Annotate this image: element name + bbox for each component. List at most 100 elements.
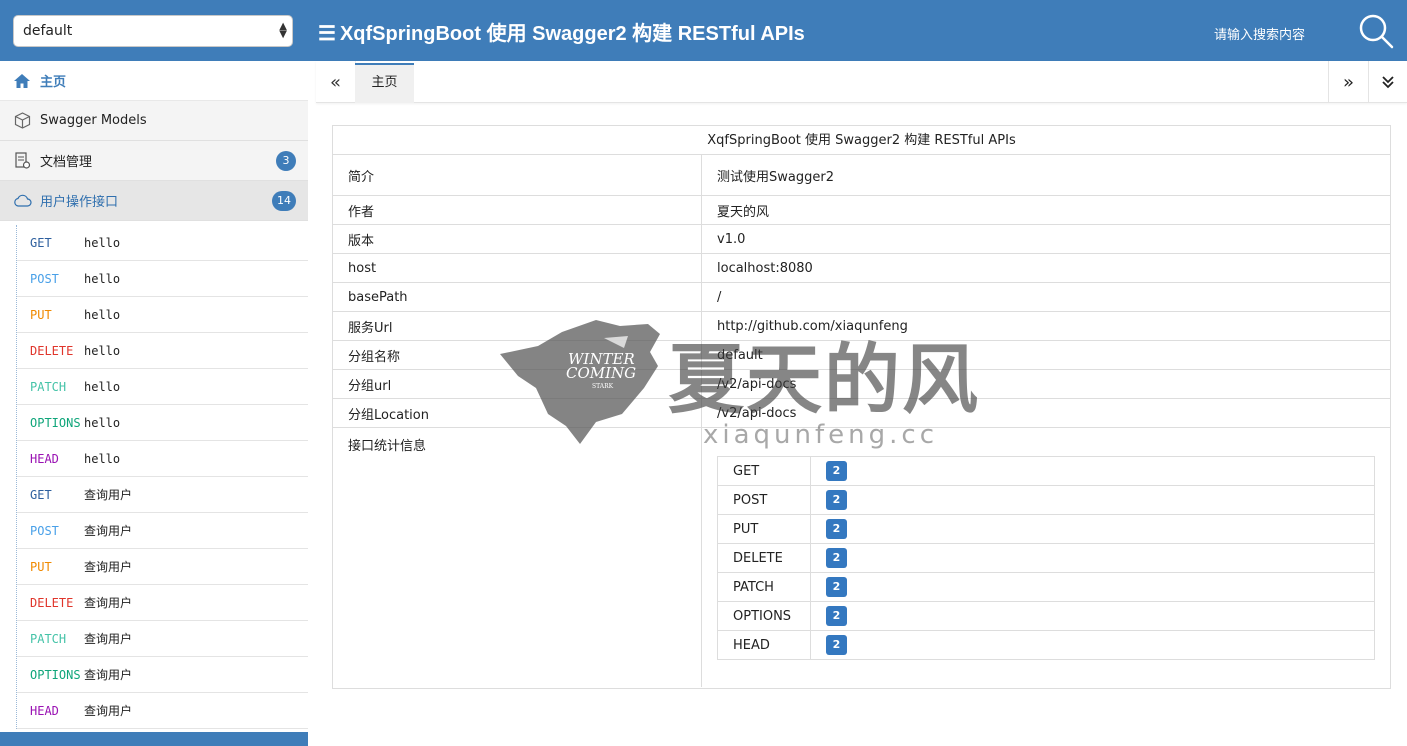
- sidebar-item-docs[interactable]: 文档管理 3: [0, 141, 308, 181]
- group-select-value: default: [23, 23, 73, 39]
- count-badge: 2: [826, 635, 847, 655]
- info-key: 简介: [333, 155, 702, 195]
- api-item[interactable]: PUT hello: [17, 297, 308, 333]
- api-item[interactable]: DELETE hello: [17, 333, 308, 369]
- api-path: hello: [84, 415, 121, 430]
- api-method: DELETE: [30, 343, 74, 358]
- info-value: /: [717, 289, 722, 305]
- info-row: 版本 v1.0: [333, 225, 1390, 254]
- api-item[interactable]: GET hello: [17, 225, 308, 261]
- api-item[interactable]: POST 查询用户: [17, 513, 308, 549]
- info-row: 服务Url http://github.com/xiaqunfeng: [333, 312, 1390, 341]
- info-value: /v2/api-docs: [717, 376, 797, 392]
- info-table-title: XqfSpringBoot 使用 Swagger2 构建 RESTful API…: [333, 126, 1390, 155]
- info-key: 服务Url: [333, 312, 702, 340]
- stats-row: PUT 2: [717, 514, 1375, 544]
- info-row: 作者 夏天的风: [333, 196, 1390, 225]
- stats-count-cell: 2: [810, 543, 1375, 573]
- stats-method: HEAD: [717, 630, 811, 660]
- api-method: OPTIONS: [30, 415, 81, 430]
- info-value: GET 2 POST 2 PUT 2 DELETE 2 PATCH 2 OPTIONS 2 HEAD 2: [702, 428, 1390, 687]
- stats-row: HEAD 2: [717, 630, 1375, 660]
- api-method: PUT: [30, 307, 52, 322]
- api-method: POST: [30, 523, 59, 538]
- home-icon: [12, 72, 32, 90]
- api-method: GET: [30, 235, 52, 250]
- stats-count-cell: 2: [810, 630, 1375, 660]
- tab-bar: « 主页 »: [316, 61, 1407, 103]
- api-method: PATCH: [30, 379, 67, 394]
- info-key: host: [333, 254, 702, 282]
- api-path: hello: [84, 343, 121, 358]
- tab-scroll-right-icon[interactable]: »: [1328, 61, 1368, 103]
- api-path: 查询用户: [84, 668, 133, 682]
- api-item[interactable]: POST hello: [17, 261, 308, 297]
- api-path: hello: [84, 271, 121, 286]
- count-badge: 14: [272, 191, 296, 211]
- api-method: HEAD: [30, 451, 59, 466]
- stats-method: GET: [717, 456, 811, 486]
- info-key: 版本: [333, 225, 702, 253]
- search-icon[interactable]: [1357, 12, 1395, 50]
- api-item[interactable]: DELETE 查询用户: [17, 585, 308, 621]
- info-key: 分组url: [333, 370, 702, 398]
- stats-row: POST 2: [717, 485, 1375, 515]
- api-item[interactable]: GET 查询用户: [17, 477, 308, 513]
- stats-row: GET 2: [717, 456, 1375, 486]
- api-item[interactable]: PATCH 查询用户: [17, 621, 308, 657]
- sidebar-item-user-api[interactable]: 用户操作接口 14: [0, 181, 308, 221]
- count-badge: 2: [826, 461, 847, 481]
- info-value: 测试使用Swagger2: [717, 169, 834, 185]
- stats-method: OPTIONS: [717, 601, 811, 631]
- api-path: 查询用户: [84, 524, 133, 538]
- sidebar-item-home[interactable]: 主页: [0, 61, 308, 101]
- stats-count-cell: 2: [810, 514, 1375, 544]
- tab-scroll-left-icon[interactable]: «: [316, 61, 356, 103]
- api-item[interactable]: PATCH hello: [17, 369, 308, 405]
- api-method: DELETE: [30, 595, 74, 610]
- info-value: http://github.com/xiaqunfeng: [717, 318, 908, 334]
- stats-count-cell: 2: [810, 572, 1375, 602]
- api-item[interactable]: OPTIONS hello: [17, 405, 308, 441]
- info-row: 分组Location/v2/api-docs: [333, 399, 1390, 428]
- stats-method: PUT: [717, 514, 811, 544]
- api-info-table: XqfSpringBoot 使用 Swagger2 构建 RESTful API…: [332, 125, 1391, 689]
- document-icon: [12, 151, 32, 170]
- tab-menu-chevron-down-icon[interactable]: [1368, 61, 1407, 103]
- search-input[interactable]: 请输入搜索内容: [1214, 24, 1305, 43]
- info-row-stats: 接口统计信息 GET 2 POST 2 PUT 2 DELETE 2 PATCH 2 OPTIONS…: [333, 428, 1390, 687]
- api-path: 查询用户: [84, 560, 133, 574]
- info-row: basePath /: [333, 283, 1390, 312]
- info-row: host localhost:8080: [333, 254, 1390, 283]
- sidebar-item-label: 用户操作接口: [40, 195, 119, 210]
- api-item[interactable]: OPTIONS 查询用户: [17, 657, 308, 693]
- sidebar-footer-bar: [0, 732, 308, 746]
- sidebar: 主页 Swagger Models 文档管理 3 用户操作接口 14 GET he…: [0, 61, 308, 746]
- tab-home[interactable]: 主页: [355, 63, 414, 103]
- stats-method: PATCH: [717, 572, 811, 602]
- info-key: 分组Location: [333, 399, 702, 427]
- api-path: hello: [84, 235, 121, 250]
- cube-icon: [12, 112, 32, 130]
- info-value: 夏天的风: [717, 204, 770, 220]
- count-badge: 3: [276, 151, 296, 171]
- api-item[interactable]: HEAD hello: [17, 441, 308, 477]
- info-key: 接口统计信息: [333, 428, 702, 687]
- stats-row: PATCH 2: [717, 572, 1375, 602]
- api-path: hello: [84, 307, 121, 322]
- api-item[interactable]: PUT 查询用户: [17, 549, 308, 585]
- stats-row: OPTIONS 2: [717, 601, 1375, 631]
- api-path: 查询用户: [84, 632, 133, 646]
- sidebar-item-label: 主页: [40, 75, 67, 90]
- stats-row: DELETE 2: [717, 543, 1375, 573]
- info-value: /v2/api-docs: [717, 405, 797, 421]
- group-select[interactable]: default ▲ ▼: [13, 15, 293, 47]
- api-method: PUT: [30, 559, 52, 574]
- api-path: 查询用户: [84, 596, 133, 610]
- api-item[interactable]: HEAD 查询用户: [17, 693, 308, 729]
- info-value: localhost:8080: [717, 260, 813, 276]
- info-row: 分组url/v2/api-docs: [333, 370, 1390, 399]
- sidebar-item-swagger-models[interactable]: Swagger Models: [0, 101, 308, 141]
- info-key: basePath: [333, 283, 702, 311]
- menu-toggle-icon[interactable]: ☰: [318, 21, 336, 46]
